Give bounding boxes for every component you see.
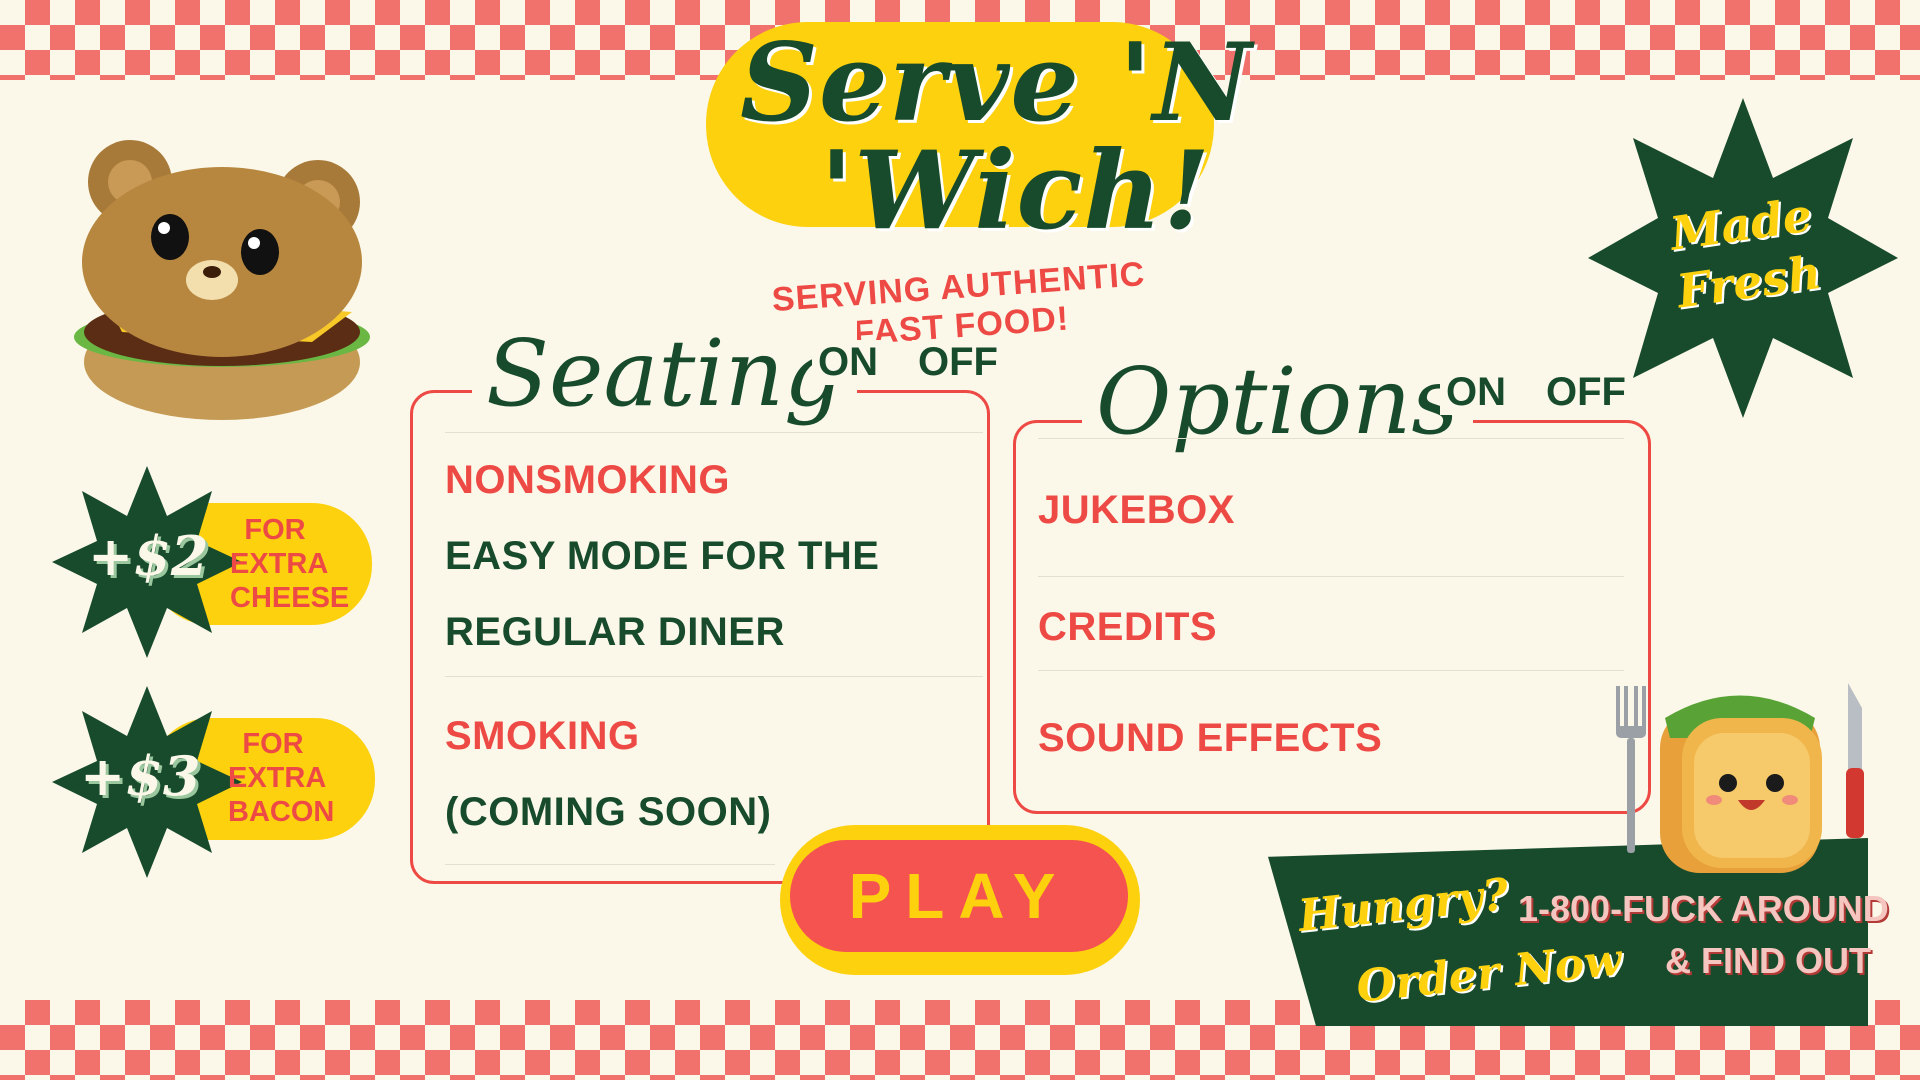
play-button[interactable]: PLAY: [790, 840, 1128, 952]
game-title-line2: 'Wich!: [820, 128, 1212, 254]
made-fresh-text: Made Fresh: [1653, 184, 1837, 323]
options-divider-top: [1038, 438, 1624, 439]
seating-divider-bottom: [445, 864, 775, 865]
fork-icon: [1616, 686, 1646, 853]
sandwich-mascot-icon: [1616, 683, 1864, 873]
smoking-desc: (COMING SOON): [445, 790, 772, 834]
options-off-label: OFF: [1540, 370, 1632, 415]
option-jukebox[interactable]: JUKEBOX: [1038, 488, 1235, 533]
extra-bacon-label-line1: FOR: [242, 728, 304, 760]
extra-cheese-label-line2: EXTRA: [230, 548, 329, 580]
seating-heading: Seating: [472, 320, 857, 427]
phone-number-line1: 1-800-FUCK AROUND: [1518, 888, 1889, 929]
options-divider-1: [1038, 576, 1624, 577]
phone-number-line2: & FIND OUT: [1665, 940, 1871, 981]
price-extra-cheese: +$2: [88, 524, 209, 588]
option-sound-effects[interactable]: SOUND EFFECTS: [1038, 716, 1382, 761]
nonsmoking-desc-line1: EASY MODE FOR THE: [445, 534, 880, 578]
seating-on-label: ON: [812, 340, 884, 385]
smoking-label: SMOKING: [445, 714, 640, 758]
options-on-label: ON: [1440, 370, 1512, 415]
extra-bacon-label: FOR EXTRA BACON: [228, 727, 335, 829]
extra-bacon-label-line3: BACON: [228, 796, 335, 828]
seating-divider-top: [445, 432, 983, 433]
extra-cheese-label-line3: CHEESE: [230, 582, 350, 614]
extra-bacon-label-line2: EXTRA: [228, 762, 327, 794]
seating-off-label: OFF: [912, 340, 1004, 385]
nonsmoking-label: NONSMOKING: [445, 458, 730, 502]
bear-burger-icon: [74, 140, 370, 420]
seating-divider-middle: [445, 676, 983, 677]
option-credits[interactable]: CREDITS: [1038, 605, 1217, 650]
nonsmoking-desc-line2: REGULAR DINER: [445, 610, 785, 654]
options-divider-2: [1038, 670, 1624, 671]
extra-cheese-label: FOR EXTRA CHEESE: [230, 513, 350, 615]
knife-icon: [1846, 683, 1864, 838]
extra-cheese-label-line1: FOR: [244, 514, 306, 546]
price-extra-bacon: +$3: [80, 744, 201, 808]
